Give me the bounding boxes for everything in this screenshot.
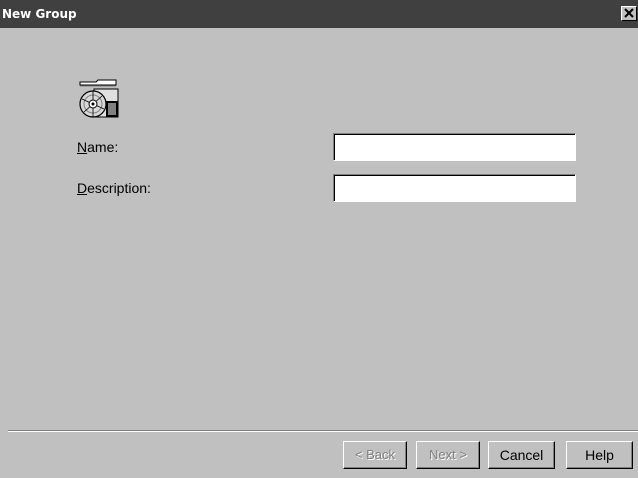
name-field[interactable] xyxy=(333,133,576,161)
cancel-button[interactable]: Cancel xyxy=(488,441,555,469)
next-button[interactable]: Next > xyxy=(416,441,480,469)
title-bar[interactable]: New Group xyxy=(0,0,638,28)
description-field[interactable] xyxy=(333,174,576,202)
new-group-dialog: New Group Name: Description: < Back Next… xyxy=(0,0,638,478)
button-bar-separator xyxy=(8,430,638,432)
window-title: New Group xyxy=(2,7,77,21)
back-button[interactable]: < Back xyxy=(343,441,407,469)
close-button[interactable] xyxy=(621,6,637,21)
description-label-text: escription: xyxy=(87,180,151,196)
close-icon xyxy=(624,8,634,18)
name-label: Name: xyxy=(77,139,118,155)
dialog-content: Name: Description: < Back Next > Cancel … xyxy=(0,28,638,478)
name-label-mnemonic: N xyxy=(77,139,88,155)
description-label-mnemonic: D xyxy=(77,180,88,196)
description-label: Description: xyxy=(77,180,151,196)
help-button[interactable]: Help xyxy=(566,441,633,469)
name-label-text: ame: xyxy=(87,139,119,155)
group-folder-disc-icon xyxy=(79,79,119,118)
